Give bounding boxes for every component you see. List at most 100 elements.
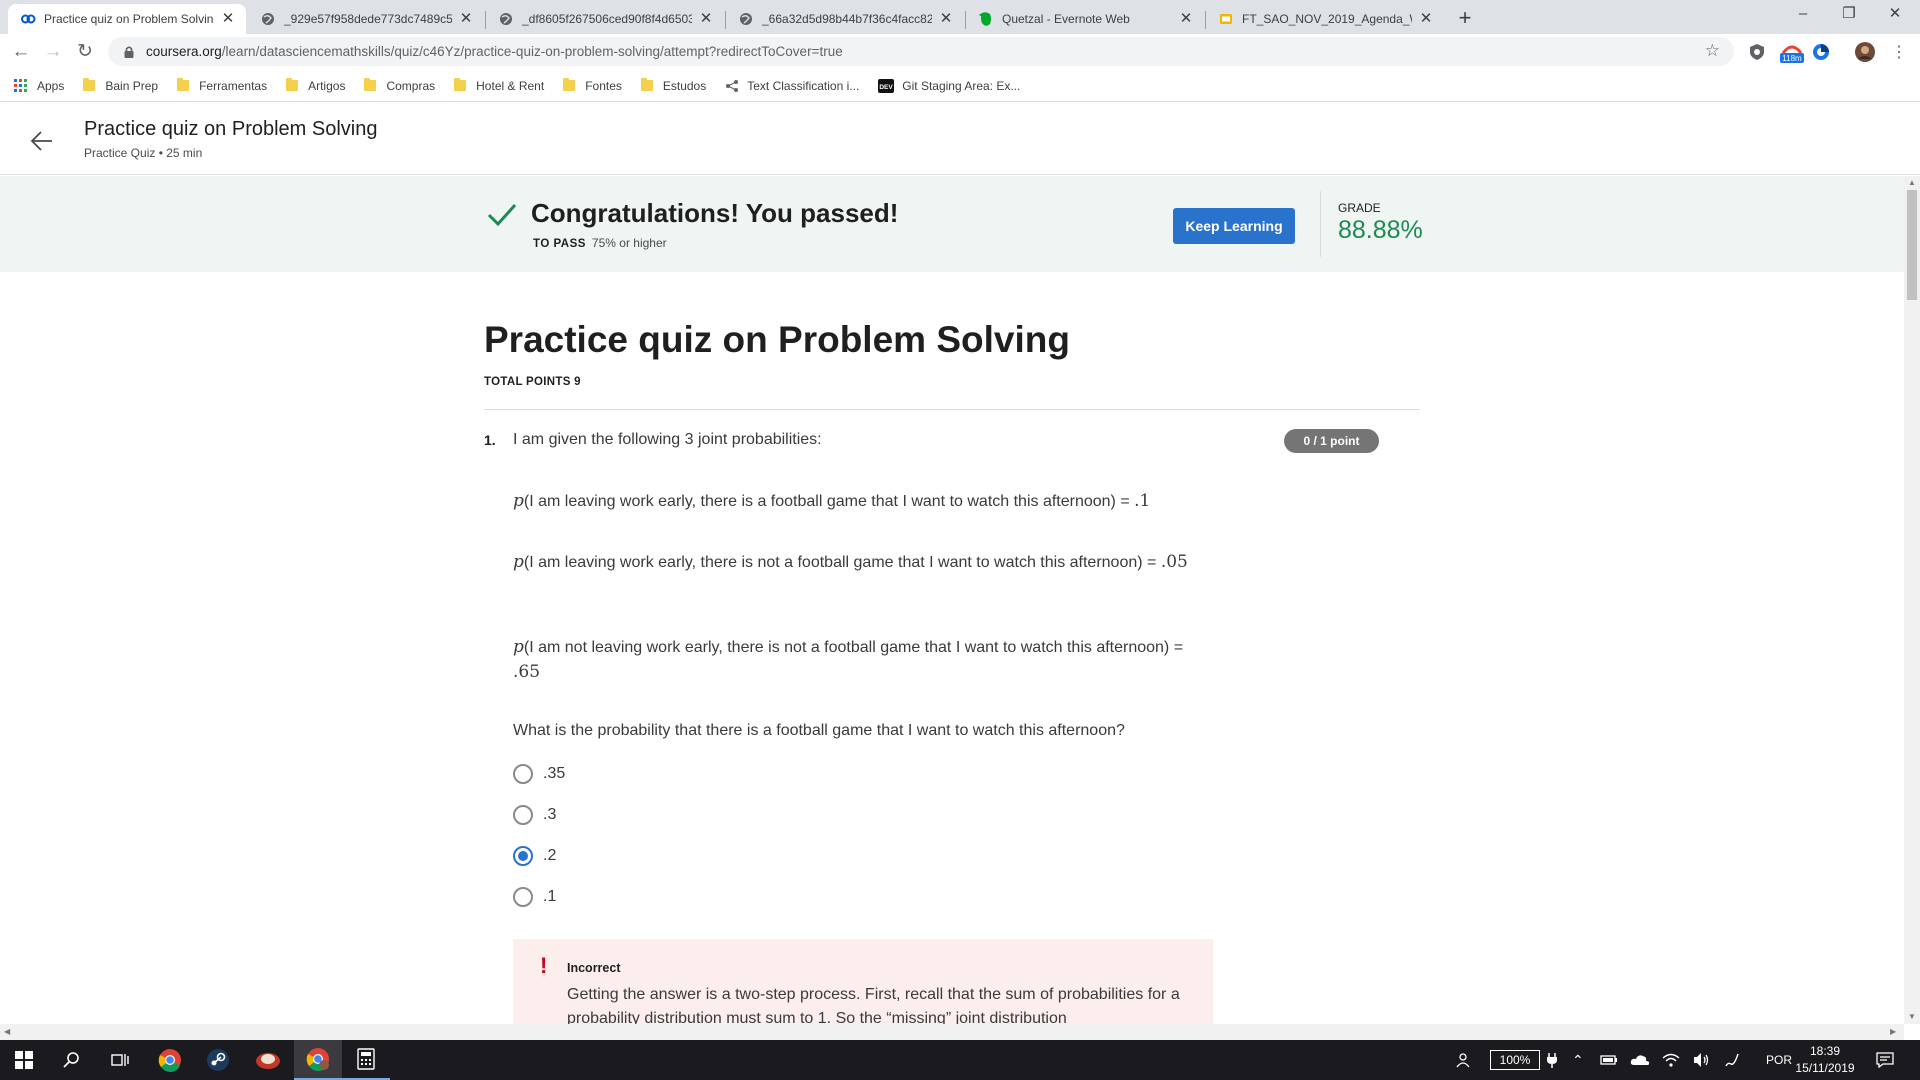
windows-start-icon[interactable] <box>0 1040 48 1080</box>
close-tab-icon[interactable]: ✕ <box>1178 11 1194 27</box>
evernote-icon <box>978 11 994 27</box>
probability-text: (I am not leaving work early, there is n… <box>523 639 1184 656</box>
battery-tray-icon[interactable] <box>1600 1040 1618 1080</box>
tab-page-3[interactable]: _df8605f267506ced90f8f4d6503c ✕ <box>486 4 724 34</box>
back-arrow-icon[interactable] <box>28 127 56 155</box>
to-pass-info: TO PASS 75% or higher <box>533 236 667 250</box>
horizontal-scrollbar[interactable]: ◀ ▶ <box>0 1024 1904 1040</box>
calculator-icon[interactable] <box>342 1040 390 1080</box>
bookmark-folder[interactable]: Compras <box>364 78 435 93</box>
bookmark-folder[interactable]: Hotel & Rent <box>454 78 545 93</box>
scroll-down-arrow-icon[interactable]: ▼ <box>1908 1012 1916 1021</box>
dev-icon: DEV <box>878 78 895 93</box>
address-bar[interactable]: coursera.org/learn/datasciencemathskills… <box>108 37 1734 66</box>
forward-button[interactable]: → <box>40 39 66 65</box>
volume-icon[interactable] <box>1692 1040 1710 1080</box>
radio-button-selected[interactable] <box>513 846 533 866</box>
people-icon[interactable] <box>1456 1040 1472 1080</box>
bookmark-label: Bain Prep <box>105 78 159 93</box>
battery-indicator[interactable]: 100% <box>1490 1050 1540 1070</box>
clock-time: 18:39 <box>1809 1044 1841 1058</box>
profile-avatar[interactable] <box>1854 41 1876 63</box>
tab-coursera-quiz[interactable]: Practice quiz on Problem Solving ✕ <box>8 4 246 34</box>
task-view-icon[interactable] <box>96 1040 144 1080</box>
tab-page-2[interactable]: _929e57f958dede773dc7489c5a0 ✕ <box>248 4 484 34</box>
tab-page-4[interactable]: _66a32d5d98b44b7f36c4facc82b ✕ <box>726 4 964 34</box>
close-window-button[interactable]: ✕ <box>1872 0 1918 30</box>
tab-title: _df8605f267506ced90f8f4d6503c <box>522 12 692 26</box>
vertical-scrollbar[interactable]: ▲ ▼ <box>1904 176 1920 1024</box>
close-tab-icon[interactable]: ✕ <box>698 11 714 27</box>
close-tab-icon[interactable]: ✕ <box>938 11 954 27</box>
tab-evernote[interactable]: Quetzal - Evernote Web ✕ <box>966 4 1204 34</box>
game-app-icon[interactable] <box>244 1040 292 1080</box>
bookmark-folder[interactable]: Bain Prep <box>83 78 159 93</box>
bookmark-apps[interactable]: Apps <box>14 79 64 93</box>
total-points: TOTAL POINTS 9 <box>484 376 581 388</box>
reload-button[interactable]: ↻ <box>72 39 98 65</box>
notifications-icon[interactable] <box>1876 1040 1894 1080</box>
bookmark-folder[interactable]: Ferramentas <box>177 78 268 93</box>
wifi-icon[interactable] <box>1662 1040 1680 1080</box>
scrollbar-thumb[interactable] <box>1907 190 1917 300</box>
browser-toolbar: ← → ↻ coursera.org/learn/datasciencemath… <box>0 34 1920 70</box>
steam-icon[interactable] <box>194 1040 242 1080</box>
bookmark-label: Ferramentas <box>199 78 268 93</box>
system-clock[interactable]: 18:39 15/11/2019 <box>1790 1043 1860 1077</box>
answer-option[interactable]: .35 <box>513 762 565 786</box>
scroll-left-arrow-icon[interactable]: ◀ <box>4 1027 10 1036</box>
bookmark-folder[interactable]: Estudos <box>640 78 706 93</box>
chrome-profile-icon[interactable] <box>294 1040 342 1080</box>
radio-button[interactable] <box>513 764 533 784</box>
chrome-icon[interactable] <box>146 1040 194 1080</box>
close-tab-icon[interactable]: ✕ <box>220 11 236 27</box>
extension-circle-icon[interactable] <box>1810 41 1832 63</box>
close-tab-icon[interactable]: ✕ <box>458 11 474 27</box>
extension-timer-icon[interactable]: 118m <box>1776 41 1808 63</box>
scroll-right-arrow-icon[interactable]: ▶ <box>1890 1027 1896 1036</box>
minimize-button[interactable]: – <box>1780 0 1826 30</box>
bookmark-folder[interactable]: Fontes <box>563 78 622 93</box>
folder-icon <box>640 78 653 91</box>
search-icon[interactable] <box>48 1040 96 1080</box>
bookmark-link[interactable]: DEV Git Staging Area: Ex... <box>878 78 1020 93</box>
extension-badge: 118m <box>1782 54 1802 63</box>
bookmark-label: Hotel & Rent <box>476 78 545 93</box>
bookmark-link[interactable]: Text Classification i... <box>725 79 859 93</box>
question-prompt: What is the probability that there is a … <box>513 722 1125 739</box>
bookmark-folder[interactable]: Artigos <box>286 78 345 93</box>
radio-button[interactable] <box>513 887 533 907</box>
pen-ink-icon[interactable] <box>1724 1040 1740 1080</box>
restore-button[interactable]: ❐ <box>1826 0 1872 30</box>
language-indicator[interactable]: POR <box>1766 1040 1792 1080</box>
quiz-title: Practice quiz on Problem Solving <box>484 319 1070 360</box>
coursera-icon <box>20 11 36 27</box>
chevron-up-icon[interactable]: ⌃ <box>1572 1040 1584 1080</box>
folder-icon <box>454 78 467 91</box>
close-tab-icon[interactable]: ✕ <box>1418 11 1434 27</box>
answer-option-selected[interactable]: .2 <box>513 844 556 868</box>
back-button[interactable]: ← <box>8 39 34 65</box>
quiz-content: Congratulations! You passed! TO PASS 75% … <box>0 176 1904 1024</box>
bookmark-star-icon[interactable]: ☆ <box>1705 41 1720 61</box>
scroll-up-arrow-icon[interactable]: ▲ <box>1908 178 1916 187</box>
answer-option[interactable]: .3 <box>513 803 556 827</box>
power-plug-icon[interactable] <box>1546 1040 1558 1080</box>
keep-learning-button[interactable]: Keep Learning <box>1173 208 1295 244</box>
probability-value: .1 <box>1134 491 1151 511</box>
header-subtitle: Practice Quiz • 25 min <box>84 146 203 160</box>
browser-menu-icon[interactable]: ⋮ <box>1888 41 1910 63</box>
new-tab-button[interactable]: + <box>1452 6 1478 32</box>
apps-grid-icon <box>14 79 27 92</box>
grade-value: 88.88% <box>1338 216 1423 244</box>
extension-shield-icon[interactable] <box>1746 41 1768 63</box>
probability-value: .65 <box>513 662 541 682</box>
answer-option[interactable]: .1 <box>513 885 556 909</box>
tab-title: _66a32d5d98b44b7f36c4facc82b <box>762 12 932 26</box>
header-title: Practice quiz on Problem Solving <box>84 118 378 140</box>
onedrive-icon[interactable] <box>1630 1040 1650 1080</box>
option-label: .35 <box>543 765 566 782</box>
tab-slides[interactable]: FT_SAO_NOV_2019_Agenda_Wee ✕ <box>1206 4 1444 34</box>
tab-title: Practice quiz on Problem Solving <box>44 12 214 26</box>
radio-button[interactable] <box>513 805 533 825</box>
